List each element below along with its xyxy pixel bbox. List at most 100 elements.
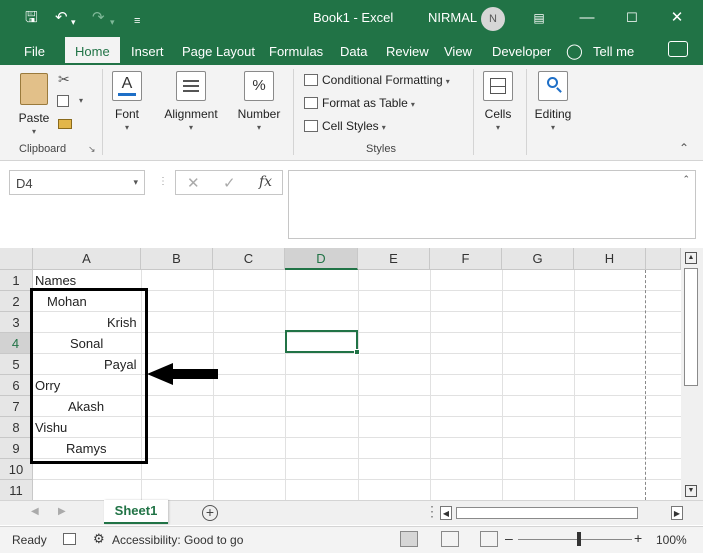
row-header-1[interactable]: 1 [0, 270, 33, 291]
row-header-6[interactable]: 6 [0, 375, 33, 396]
name-box[interactable]: D4 ▾ [9, 170, 145, 195]
page-layout-view-button[interactable] [441, 531, 459, 547]
formula-buttons: ✕ ✓ fx [175, 170, 283, 195]
scroll-down-icon[interactable]: ▼ [685, 485, 697, 497]
percent-icon: % [244, 71, 274, 101]
formula-input[interactable]: ⌃ [288, 170, 696, 239]
horizontal-scroll-thumb[interactable] [456, 507, 638, 519]
tab-formulas[interactable]: Formulas [269, 44, 323, 59]
zoom-out-button[interactable]: – [505, 530, 513, 546]
ribbon-display-options-icon[interactable]: ▤ [527, 7, 551, 29]
row-header-8[interactable]: 8 [0, 417, 33, 438]
tell-me-search[interactable]: Tell me [593, 44, 634, 59]
tab-review[interactable]: Review [386, 44, 429, 59]
scroll-right-icon[interactable]: ▶ [671, 506, 683, 520]
undo-dropdown-icon[interactable]: ▾ [71, 12, 76, 32]
zoom-slider[interactable] [518, 539, 632, 540]
vertical-scroll-thumb[interactable] [684, 268, 698, 386]
font-icon: A [112, 71, 142, 101]
accessibility-status[interactable]: Accessibility: Good to go [112, 533, 243, 547]
format-painter-icon[interactable] [58, 119, 72, 129]
column-header-i[interactable] [646, 248, 681, 270]
row-header-9[interactable]: 9 [0, 438, 33, 459]
format-as-table-button[interactable]: Format as Table ▾ [304, 96, 415, 110]
title-bar: 🖫 ↶ ▾ ↷ ▾ ≡ Book1 - Excel NIRMAL N ▤ — ☐… [0, 0, 703, 37]
row-header-3[interactable]: 3 [0, 312, 33, 333]
column-header-h[interactable]: H [574, 248, 646, 270]
editing-button[interactable]: Editing ▾ [532, 71, 574, 132]
page-break-preview-button[interactable] [480, 531, 498, 547]
lightbulb-icon[interactable]: ◯ [566, 42, 583, 60]
row-header-11[interactable]: 11 [0, 480, 33, 500]
redo-dropdown-icon[interactable]: ▾ [110, 12, 115, 32]
column-header-c[interactable]: C [213, 248, 285, 270]
enter-icon[interactable]: ✓ [223, 174, 236, 192]
cell-styles-label: Cell Styles [322, 119, 379, 133]
ribbon-home: Paste ▾ ✂ ▾ Clipboard ↘ A Font ▾ Alignme… [0, 65, 703, 161]
comments-icon[interactable] [668, 41, 688, 57]
horizontal-scrollbar[interactable]: ◀ ▶ [440, 506, 683, 520]
column-header-g[interactable]: G [502, 248, 574, 270]
gridline [358, 270, 359, 500]
column-header-a[interactable]: A [33, 248, 141, 270]
tab-insert[interactable]: Insert [131, 44, 164, 59]
active-cell-d4[interactable] [285, 330, 360, 355]
avatar[interactable]: N [481, 7, 505, 31]
tab-page-layout[interactable]: Page Layout [182, 44, 255, 59]
cancel-icon[interactable]: ✕ [187, 174, 200, 192]
number-button[interactable]: % Number ▾ [234, 71, 284, 132]
undo-icon[interactable]: ↶ [55, 8, 68, 28]
next-sheet-icon[interactable]: ▶ [58, 506, 66, 517]
previous-sheet-icon[interactable]: ◀ [31, 506, 39, 517]
fill-handle[interactable] [354, 349, 360, 355]
copy-icon[interactable] [57, 95, 69, 107]
tab-file[interactable]: File [24, 44, 45, 59]
alignment-button[interactable]: Alignment ▾ [160, 71, 222, 132]
sheet-tab-sheet1[interactable]: Sheet1 [104, 500, 168, 524]
row-header-5[interactable]: 5 [0, 354, 33, 375]
macro-recording-icon[interactable] [63, 533, 76, 545]
accessibility-icon[interactable]: ⚙ [93, 531, 105, 547]
column-header-d[interactable]: D [285, 248, 358, 270]
cut-icon[interactable]: ✂ [58, 71, 70, 88]
worksheet-grid[interactable]: A B C D E F G H 1 2 3 4 5 6 7 8 9 10 11 … [0, 248, 703, 500]
scroll-up-icon[interactable]: ▲ [685, 252, 697, 264]
zoom-in-button[interactable]: + [634, 530, 642, 546]
add-sheet-icon[interactable]: + [202, 505, 218, 521]
redo-icon[interactable]: ↷ [92, 8, 105, 28]
paste-button[interactable]: Paste ▾ [16, 73, 52, 136]
column-header-f[interactable]: F [430, 248, 502, 270]
styles-group-label: Styles [366, 143, 396, 155]
font-button[interactable]: A Font ▾ [110, 71, 144, 132]
vertical-scrollbar[interactable]: ▲ ▼ [681, 248, 703, 500]
close-icon[interactable]: ✕ [665, 7, 689, 29]
zoom-level[interactable]: 100% [656, 533, 687, 547]
column-header-b[interactable]: B [141, 248, 213, 270]
collapse-ribbon-icon[interactable]: ⌃ [679, 141, 689, 155]
zoom-slider-thumb[interactable] [577, 532, 581, 546]
tab-data[interactable]: Data [340, 44, 367, 59]
insert-function-button[interactable]: fx [259, 174, 272, 190]
row-header-2[interactable]: 2 [0, 291, 33, 312]
user-name[interactable]: NIRMAL [428, 10, 477, 25]
minimize-icon[interactable]: — [575, 7, 599, 29]
normal-view-button[interactable] [400, 531, 418, 547]
dialog-launcher-icon[interactable]: ↘ [88, 144, 96, 155]
row-header-4[interactable]: 4 [0, 333, 33, 354]
collapse-formula-bar-icon[interactable]: ⌃ [682, 174, 690, 185]
row-header-10[interactable]: 10 [0, 459, 33, 480]
customize-quick-access-icon[interactable]: ≡ [134, 11, 140, 31]
copy-dropdown-icon[interactable]: ▾ [79, 96, 83, 105]
maximize-icon[interactable]: ☐ [620, 7, 644, 29]
cell-styles-button[interactable]: Cell Styles ▾ [304, 119, 386, 133]
column-header-e[interactable]: E [358, 248, 430, 270]
select-all-button[interactable] [0, 248, 33, 270]
scroll-left-icon[interactable]: ◀ [440, 506, 452, 520]
tab-home[interactable]: Home [65, 37, 120, 65]
tab-view[interactable]: View [444, 44, 472, 59]
tab-developer[interactable]: Developer [492, 44, 551, 59]
row-header-7[interactable]: 7 [0, 396, 33, 417]
conditional-formatting-button[interactable]: Conditional Formatting ▾ [304, 73, 450, 87]
cells-button[interactable]: Cells ▾ [481, 71, 515, 132]
save-icon[interactable]: 🖫 [25, 8, 38, 28]
